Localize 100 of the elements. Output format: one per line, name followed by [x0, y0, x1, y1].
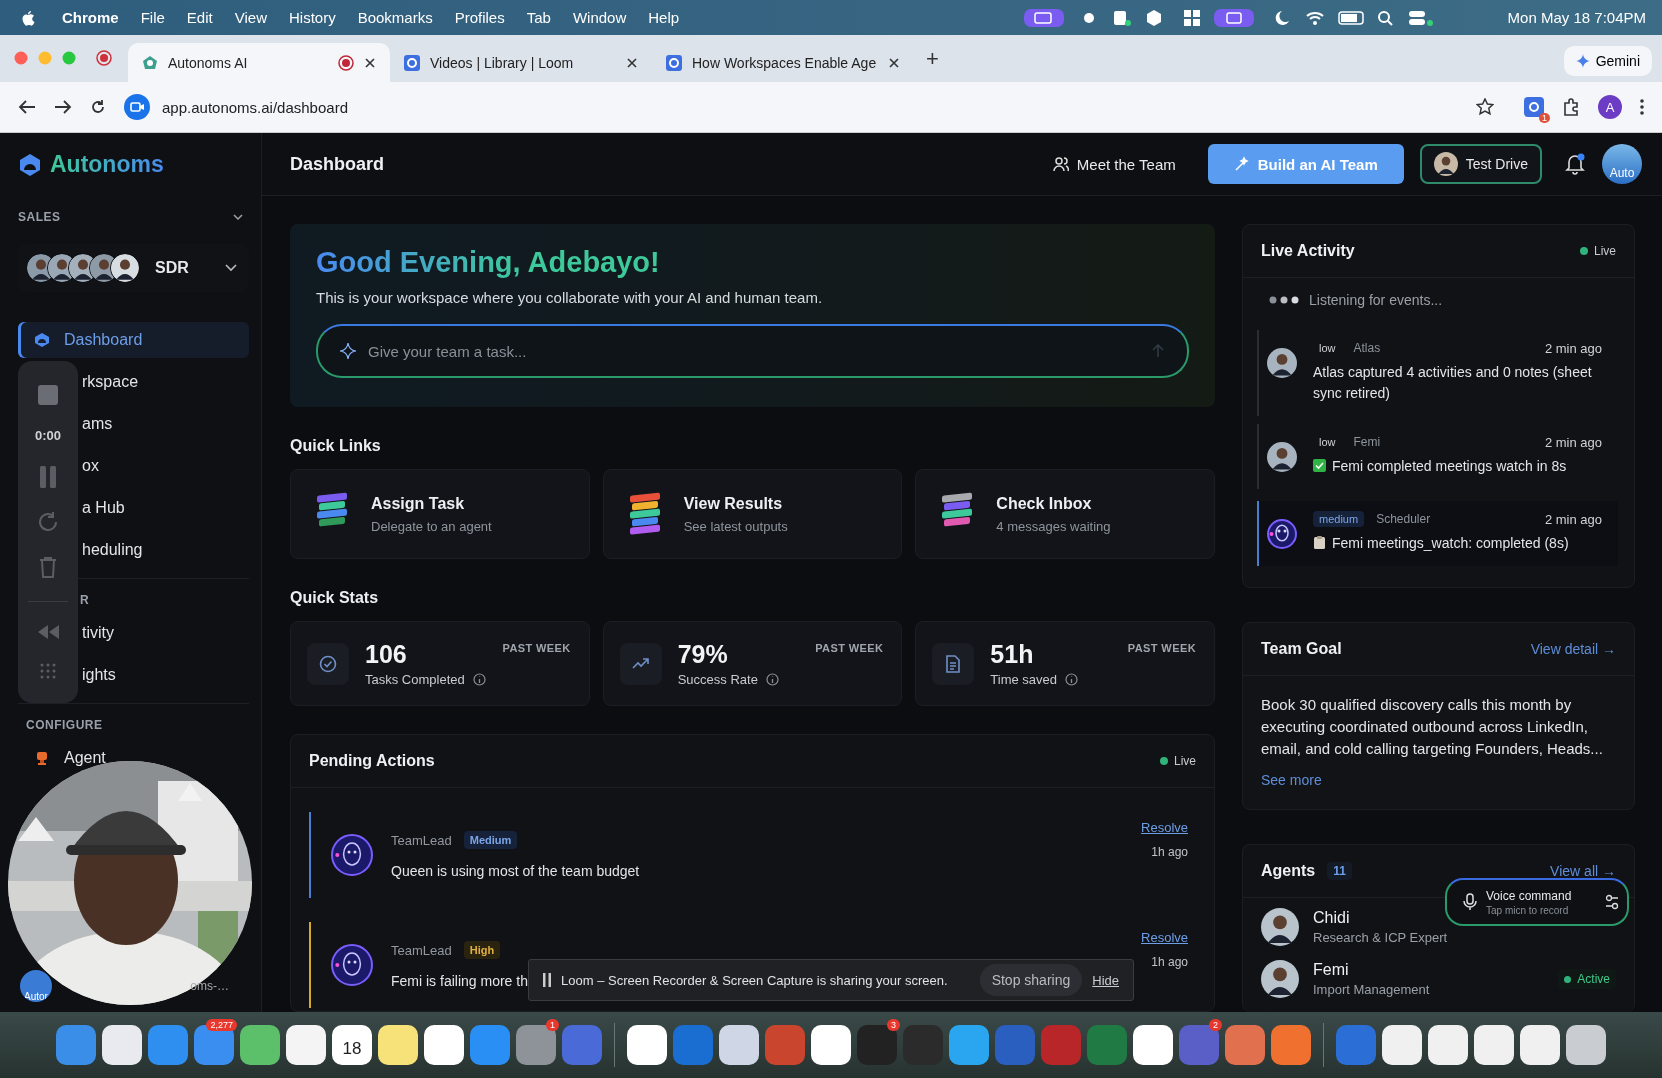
- user-avatar[interactable]: Auto: [1602, 144, 1642, 184]
- info-icon[interactable]: [765, 673, 779, 686]
- page-title: Dashboard: [290, 153, 385, 175]
- back-icon[interactable]: [18, 99, 36, 115]
- checkmark-icon: [1313, 459, 1326, 472]
- section-label: R: [80, 593, 90, 609]
- agent-role: Import Management: [1313, 982, 1430, 997]
- time-text: 1h ago: [1151, 955, 1188, 969]
- nav-item[interactable]: rkspace: [80, 364, 249, 400]
- menu-item[interactable]: File: [140, 9, 165, 26]
- live-indicator: Live: [1160, 754, 1196, 768]
- logo-icon: [142, 54, 158, 71]
- card-title: Team Goal: [1261, 640, 1342, 658]
- stop-sharing-button[interactable]: Stop sharing: [979, 964, 1083, 996]
- quick-link-card[interactable]: Assign Task Delegate to an agent: [290, 469, 590, 559]
- person-avatar-icon: [1261, 960, 1299, 998]
- extension-icon[interactable]: [1524, 97, 1544, 117]
- nav-item[interactable]: a Hub: [80, 490, 249, 526]
- apple-icon[interactable]: [20, 8, 36, 27]
- puzzle-icon[interactable]: [1562, 98, 1580, 116]
- browser-tab[interactable]: Videos | Library | Loom: [390, 43, 652, 82]
- view-all-link[interactable]: View all →: [1550, 863, 1616, 879]
- new-tab-button[interactable]: +: [926, 46, 939, 72]
- stop-icon[interactable]: [38, 384, 58, 405]
- section-title: Quick Stats: [290, 589, 380, 607]
- task-field[interactable]: Give your team a task...: [316, 324, 1189, 378]
- reload-icon[interactable]: [90, 99, 106, 115]
- nav-item[interactable]: ams: [80, 406, 249, 442]
- clock-text: Mon May 18 7:04PM: [1507, 9, 1646, 26]
- stat-value: 79%: [677, 640, 729, 669]
- forward-icon[interactable]: [54, 99, 72, 115]
- restart-icon[interactable]: [37, 510, 59, 533]
- view-detail-link[interactable]: View detail →: [1530, 641, 1616, 657]
- menu-item[interactable]: Window: [572, 9, 627, 26]
- info-icon[interactable]: [472, 673, 486, 686]
- chevron-down-icon[interactable]: [233, 214, 243, 220]
- action-text: Queen is using most of the team budget: [391, 863, 640, 879]
- menu-item[interactable]: Edit: [186, 9, 213, 26]
- subtitle: This is your workspace where you collaborate with your AI and human team.: [316, 289, 824, 306]
- nav-item[interactable]: Dashboard: [18, 322, 249, 358]
- nav-item[interactable]: Agent: [18, 740, 249, 776]
- robot-head-icon: [1267, 519, 1297, 549]
- robot-head-icon: [331, 944, 373, 986]
- menu-item[interactable]: Tab: [526, 9, 551, 26]
- gemini-button[interactable]: Gemini: [1563, 46, 1652, 76]
- meet-team-button[interactable]: Meet the Team: [1036, 147, 1192, 181]
- event-text: Femi completed meetings watch in 8s: [1332, 457, 1567, 476]
- card-subtitle: Delegate to an agent: [371, 518, 492, 534]
- browser-tab[interactable]: Autonoms AI: [128, 43, 390, 82]
- clipboard-icon: [1313, 536, 1326, 549]
- person-avatar-icon: [1433, 152, 1458, 176]
- task-input-field[interactable]: Give your team a task...: [366, 341, 1141, 361]
- star-icon[interactable]: [1476, 98, 1494, 116]
- app-menu[interactable]: Chrome: [62, 9, 119, 26]
- close-icon[interactable]: [888, 56, 900, 69]
- record-icon[interactable]: [96, 50, 112, 66]
- priority-tag: Medium: [463, 831, 518, 849]
- hide-link[interactable]: Hide: [1092, 972, 1119, 988]
- bell-icon[interactable]: [1564, 153, 1586, 175]
- person-avatar-icon: [110, 253, 140, 283]
- test-drive-button[interactable]: Test Drive: [1419, 144, 1542, 184]
- period-label: PAST WEEK: [1127, 642, 1196, 654]
- nav-item[interactable]: heduling: [80, 532, 249, 568]
- stat-label: Tasks Completed: [365, 672, 465, 687]
- sliders-icon[interactable]: [1605, 894, 1619, 910]
- person-avatar-icon: [1267, 442, 1297, 472]
- nav-item[interactable]: ights: [80, 657, 249, 693]
- more-icon[interactable]: [1640, 99, 1644, 115]
- nav-item[interactable]: ox: [80, 448, 249, 484]
- camera-icon: [124, 94, 150, 120]
- voice-command-panel[interactable]: Voice command Tap micn to record: [1445, 878, 1629, 926]
- close-icon[interactable]: [626, 56, 638, 69]
- nav-item[interactable]: tivity: [80, 615, 249, 651]
- pause-icon[interactable]: [543, 973, 551, 987]
- menu-item[interactable]: History: [288, 9, 336, 26]
- profile-avatar[interactable]: A: [1598, 95, 1622, 119]
- menu-item[interactable]: Bookmarks: [357, 9, 433, 26]
- notification-badge: 3: [887, 1019, 900, 1031]
- menu-item[interactable]: View: [234, 9, 267, 26]
- close-icon[interactable]: [364, 56, 376, 69]
- person-avatar-icon: [1261, 908, 1299, 946]
- period-label: PAST WEEK: [502, 642, 571, 654]
- time-text: 2 min ago: [1544, 511, 1602, 527]
- info-icon[interactable]: [1065, 673, 1079, 686]
- section-title: Quick Links: [290, 437, 382, 455]
- browser-tab[interactable]: How Workspaces Enable Age: [652, 43, 914, 82]
- resolve-link[interactable]: Resolve: [1141, 820, 1188, 835]
- resolve-link[interactable]: Resolve: [1141, 930, 1188, 945]
- menu-item[interactable]: Profiles: [454, 9, 505, 26]
- card-title: View Results: [683, 494, 784, 513]
- quick-link-card[interactable]: Check Inbox 4 messages waiting: [915, 469, 1215, 559]
- see-more-link[interactable]: See more: [1243, 760, 1634, 788]
- account-name: oms-…: [190, 979, 229, 993]
- count-badge: 11: [1327, 862, 1352, 880]
- logo-icon: [34, 332, 50, 348]
- timer-text: 0:00: [35, 427, 61, 443]
- card-title: Live Activity: [1261, 242, 1355, 260]
- menu-item[interactable]: Help: [648, 9, 680, 26]
- agent-name: Femi: [1353, 435, 1381, 449]
- quick-link-card[interactable]: View Results See latest outputs: [602, 469, 903, 559]
